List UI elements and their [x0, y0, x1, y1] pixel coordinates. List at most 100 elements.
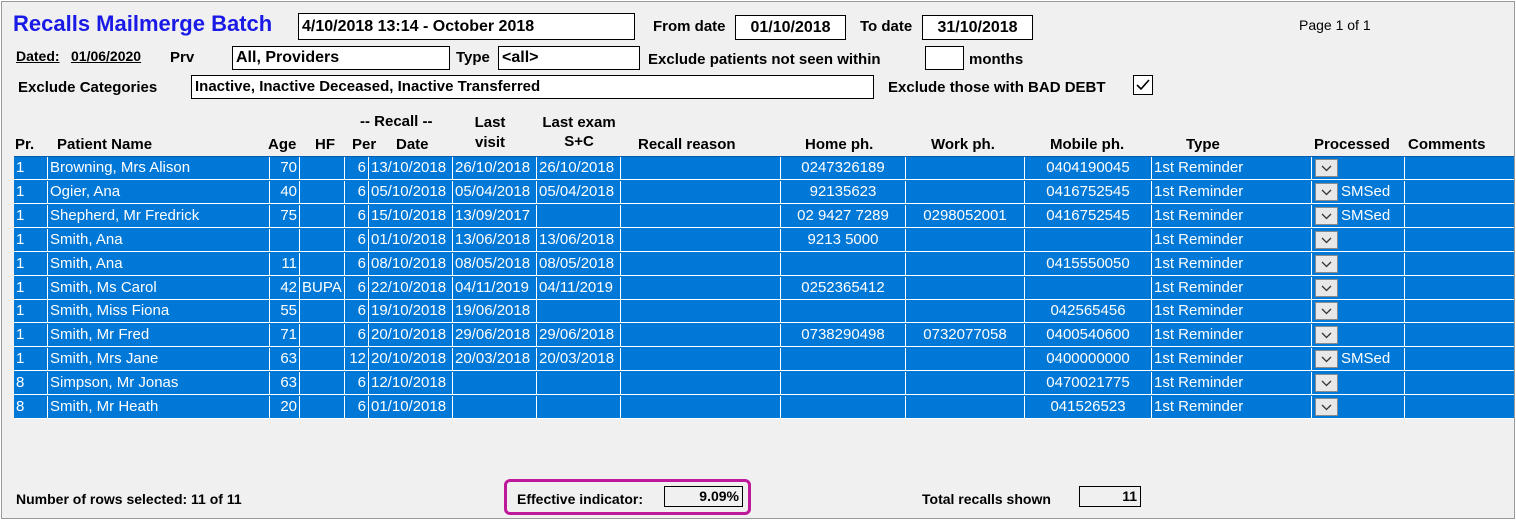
- cell-type: 1st Reminder: [1152, 348, 1312, 372]
- processed-dropdown[interactable]: [1315, 278, 1338, 297]
- cell-home: 9213 5000: [781, 228, 906, 252]
- table-row[interactable]: 1 Smith, Ana 11 6 08/10/2018 08/05/2018 08/05/…: [14, 252, 1514, 276]
- cell-pr: 1: [14, 276, 48, 300]
- cell-mobile: [1025, 276, 1152, 300]
- cell-name: Ogier, Ana: [48, 180, 270, 204]
- table-row[interactable]: 1 Smith, Ana 6 01/10/2018 13/06/2018 13/06/20…: [14, 228, 1514, 252]
- processed-dropdown[interactable]: [1315, 350, 1338, 369]
- col-last-exam-1: Last exam: [542, 114, 616, 131]
- col-pr: Pr.: [15, 136, 35, 153]
- cell-work: 0732077058: [906, 324, 1025, 348]
- cell-hf: [300, 396, 345, 419]
- table-row[interactable]: 1 Browning, Mrs Alison 70 6 13/10/2018 26/10/…: [14, 157, 1514, 180]
- cell-home: 92135623: [781, 180, 906, 204]
- cell-date: 19/10/2018: [369, 300, 453, 324]
- table-row[interactable]: 1 Smith, Ms Carol 42 BUPA 6 22/10/2018 04/11/2…: [14, 276, 1514, 300]
- cell-comments: [1405, 253, 1514, 276]
- table-row[interactable]: 8 Simpson, Mr Jonas 63 6 12/10/2018 047002177…: [14, 372, 1514, 396]
- processed-dropdown[interactable]: [1315, 374, 1338, 393]
- cell-type: 1st Reminder: [1152, 324, 1312, 348]
- cell-age: 70: [270, 157, 300, 180]
- processed-dropdown[interactable]: [1315, 206, 1338, 225]
- cell-last-exam: 08/05/2018: [537, 252, 621, 276]
- cell-mobile: 0470021775: [1025, 372, 1152, 396]
- cell-last-exam: 13/06/2018: [537, 228, 621, 252]
- cell-processed: [1312, 276, 1405, 300]
- cell-comments: [1405, 324, 1514, 347]
- cell-date: 08/10/2018: [369, 252, 453, 276]
- cell-mobile: 0400540600: [1025, 324, 1152, 348]
- processed-dropdown[interactable]: [1315, 159, 1338, 177]
- bad-debt-label: Exclude those with BAD DEBT: [888, 79, 1106, 96]
- processed-dropdown[interactable]: [1315, 326, 1338, 345]
- cell-reason: [621, 252, 781, 276]
- cell-age: 40: [270, 180, 300, 204]
- cell-reason: [621, 348, 781, 372]
- col-hf: HF: [315, 136, 335, 153]
- cell-home: [781, 396, 906, 419]
- processed-dropdown[interactable]: [1315, 230, 1338, 249]
- table-row[interactable]: 1 Ogier, Ana 40 6 05/10/2018 05/04/2018 05/04/…: [14, 180, 1514, 204]
- col-patient-name: Patient Name: [57, 136, 153, 153]
- cell-work: [906, 276, 1025, 300]
- col-last-visit-1: Last: [474, 114, 506, 131]
- processed-dropdown[interactable]: [1315, 182, 1338, 201]
- cell-last-exam: 29/06/2018: [537, 324, 621, 348]
- exclude-categories-field[interactable]: Inactive, Inactive Deceased, Inactive Tr…: [191, 75, 874, 99]
- cell-type: 1st Reminder: [1152, 204, 1312, 228]
- cell-per: 6: [345, 396, 369, 419]
- table-row[interactable]: 1 Smith, Miss Fiona 55 6 19/10/2018 19/06/201…: [14, 300, 1514, 324]
- cell-reason: [621, 372, 781, 396]
- effective-indicator-label: Effective indicator:: [517, 491, 644, 507]
- cell-processed: SMSed: [1312, 348, 1405, 372]
- cell-reason: [621, 204, 781, 228]
- cell-pr: 1: [14, 348, 48, 372]
- cell-home: [781, 300, 906, 324]
- processed-status: SMSed: [1341, 182, 1391, 200]
- chevron-down-icon: [1321, 308, 1332, 315]
- bad-debt-checkbox[interactable]: [1133, 75, 1153, 95]
- table-row[interactable]: 1 Shepherd, Mr Fredrick 75 6 15/10/2018 13/09…: [14, 204, 1514, 228]
- cell-date: 20/10/2018: [369, 348, 453, 372]
- table-row[interactable]: 1 Smith, Mr Fred 71 6 20/10/2018 29/06/2018 29…: [14, 324, 1514, 348]
- dated-label: Dated:: [16, 48, 60, 64]
- chevron-down-icon: [1321, 404, 1332, 411]
- batch-name-field[interactable]: 4/10/2018 13:14 - October 2018: [298, 13, 635, 40]
- type-field[interactable]: <all>: [498, 46, 640, 70]
- cell-name: Smith, Mr Fred: [48, 324, 270, 348]
- cell-pr: 8: [14, 372, 48, 396]
- cell-pr: 8: [14, 396, 48, 419]
- processed-dropdown[interactable]: [1315, 302, 1338, 321]
- cell-work: [906, 348, 1025, 372]
- cell-per: 6: [345, 228, 369, 252]
- cell-reason: [621, 157, 781, 180]
- table-row[interactable]: 1 Smith, Mrs Jane 63 12 20/10/2018 20/03/2018…: [14, 348, 1514, 372]
- chevron-down-icon: [1321, 380, 1332, 387]
- col-recall-group: -- Recall --: [360, 113, 433, 130]
- cell-age: 63: [270, 348, 300, 372]
- cell-processed: [1312, 228, 1405, 252]
- processed-status: SMSed: [1341, 206, 1391, 224]
- processed-dropdown[interactable]: [1315, 398, 1338, 416]
- provider-field[interactable]: All, Providers: [232, 46, 450, 70]
- col-recall-reason: Recall reason: [638, 136, 736, 153]
- cell-home: [781, 372, 906, 396]
- table-row[interactable]: 8 Smith, Mr Heath 20 6 01/10/2018 041526523 1s…: [14, 396, 1514, 419]
- cell-comments: [1405, 205, 1514, 228]
- cell-hf: [300, 372, 345, 396]
- cell-pr: 1: [14, 157, 48, 180]
- to-date-field[interactable]: 31/10/2018: [922, 15, 1033, 40]
- cell-date: 12/10/2018: [369, 372, 453, 396]
- cell-last-exam: 20/03/2018: [537, 348, 621, 372]
- col-processed: Processed: [1314, 136, 1390, 153]
- chevron-down-icon: [1321, 285, 1332, 291]
- cell-home: [781, 348, 906, 372]
- cell-hf: [300, 300, 345, 324]
- cell-mobile: 041526523: [1025, 396, 1152, 419]
- check-icon: [1136, 79, 1150, 91]
- exclude-months-field[interactable]: [925, 46, 964, 70]
- cell-hf: BUPA: [300, 276, 345, 300]
- cell-last-visit: 26/10/2018: [453, 157, 537, 180]
- from-date-field[interactable]: 01/10/2018: [735, 15, 846, 40]
- processed-dropdown[interactable]: [1315, 254, 1338, 273]
